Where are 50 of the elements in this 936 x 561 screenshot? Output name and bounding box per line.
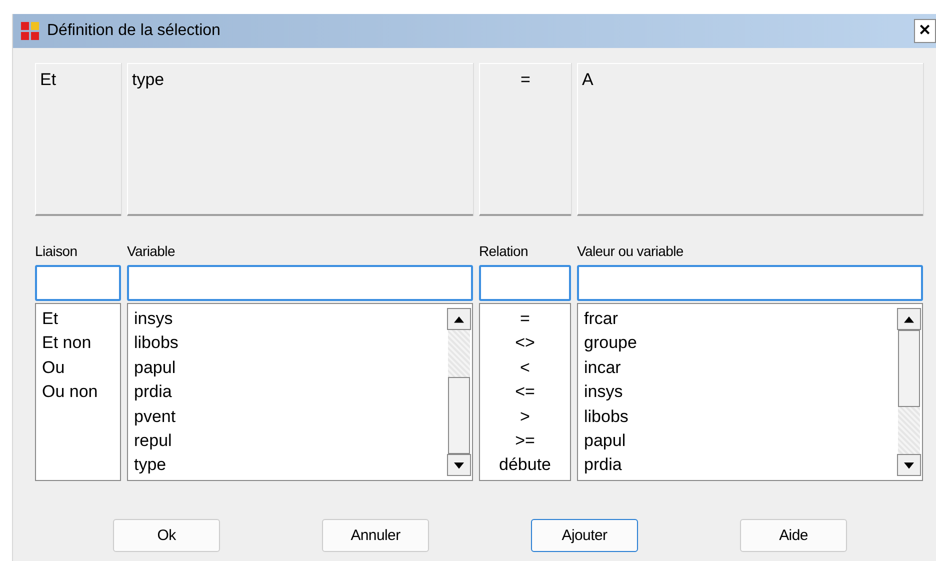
dialog-button[interactable]: Annuler [322, 519, 429, 552]
list-item[interactable]: libobs [134, 331, 446, 356]
column-label: Variable [127, 243, 176, 261]
list-item[interactable]: insys [134, 307, 446, 332]
list-item[interactable]: <> [486, 331, 570, 356]
list-item[interactable]: < [486, 356, 570, 380]
list-item[interactable]: libobs [584, 404, 896, 429]
list-item[interactable]: >= [486, 428, 570, 454]
dialog-button[interactable]: Ok [113, 519, 220, 552]
list-item[interactable]: Et non [42, 331, 120, 356]
scroll-thumb[interactable] [898, 330, 920, 407]
scroll-down-icon[interactable] [897, 454, 921, 476]
close-button[interactable]: ✕ [914, 19, 936, 43]
criterion-panel: = [479, 63, 571, 216]
dialog-button[interactable]: Aide [740, 519, 847, 552]
list-item[interactable]: prdia [134, 380, 446, 405]
column-label: Liaison [35, 243, 78, 261]
list-item[interactable]: type [134, 453, 446, 478]
list-item[interactable]: pvent [134, 404, 446, 429]
scroll-down-icon[interactable] [447, 454, 471, 476]
list-item[interactable]: incar [584, 356, 896, 380]
list-item[interactable]: prdia [584, 453, 896, 478]
input-field[interactable] [35, 265, 121, 301]
window-title: Définition de la sélection [47, 22, 222, 40]
scroll-up-icon[interactable] [447, 308, 471, 330]
list-item[interactable]: Ou [42, 356, 120, 380]
list-item[interactable]: débute [486, 453, 570, 478]
input-field[interactable] [479, 265, 571, 301]
list-item[interactable]: papul [134, 356, 446, 380]
list-item[interactable]: <= [486, 380, 570, 405]
list-item[interactable]: frcar [584, 307, 896, 332]
scroll-up-icon[interactable] [897, 308, 921, 330]
input-field[interactable] [127, 265, 473, 301]
list-item[interactable]: groupe [584, 331, 896, 356]
input-field[interactable] [577, 265, 923, 301]
list-item[interactable]: insys [584, 380, 896, 405]
list-item[interactable]: = [486, 307, 570, 332]
list-item[interactable]: Et [42, 307, 120, 332]
app-icon [21, 22, 39, 40]
dialog-button[interactable]: Ajouter [531, 519, 638, 552]
list-item[interactable]: Ou non [42, 380, 120, 405]
list-item[interactable]: > [486, 404, 570, 429]
criterion-panel: type [127, 63, 473, 216]
column-label: Relation [479, 243, 529, 261]
scroll-thumb[interactable] [448, 377, 470, 454]
list-item[interactable]: repul [134, 428, 446, 454]
list-item[interactable]: papul [584, 428, 896, 454]
criterion-panel: Et [35, 63, 121, 216]
criterion-panel: A [577, 63, 923, 216]
column-label: Valeur ou variable [577, 243, 684, 261]
